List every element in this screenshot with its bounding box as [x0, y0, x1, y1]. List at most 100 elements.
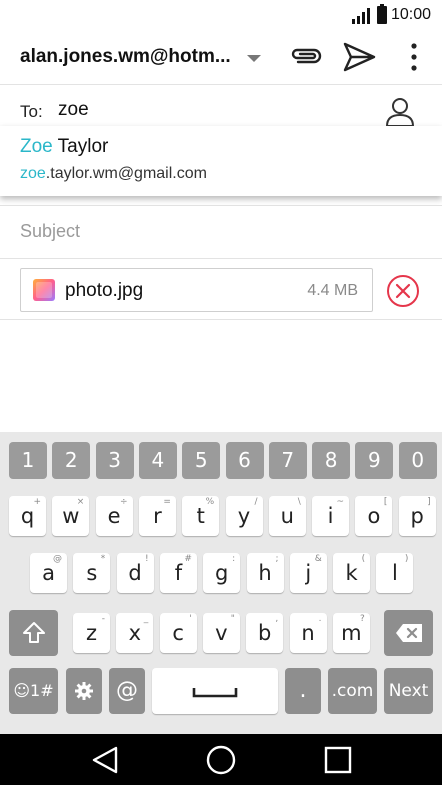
key-2[interactable]: 2 [52, 442, 91, 479]
status-time: 10:00 [391, 6, 432, 23]
key-u[interactable]: u \ [268, 496, 306, 536]
key-5[interactable]: 5 [182, 442, 221, 479]
key-a[interactable]: a @ [30, 553, 67, 593]
suggestion-name: Zoe Taylor [20, 136, 108, 158]
key-3[interactable]: 3 [95, 442, 134, 479]
home-circle-icon[interactable] [205, 744, 237, 776]
key-h[interactable]: h; [246, 553, 284, 593]
key-alt-symbol: ? [360, 614, 365, 624]
key-l[interactable]: l) [376, 553, 414, 593]
key-e[interactable]: e ÷ [95, 496, 133, 536]
symbols-key[interactable]: ☺1# [9, 668, 58, 714]
key-alt-symbol: × [76, 497, 85, 507]
next-key[interactable]: Next [384, 668, 433, 714]
key-alt-symbol: ( [361, 554, 366, 564]
remove-circle-icon[interactable] [386, 274, 420, 308]
key-alt-symbol: ) [404, 554, 409, 564]
navigation-bar [0, 734, 442, 785]
key-0[interactable]: 0 [398, 442, 437, 479]
key-alt-symbol: [ [383, 497, 388, 507]
recents-square-icon[interactable] [322, 744, 354, 776]
suggestion-email-match: zoe [20, 165, 46, 182]
to-input[interactable]: zoe [58, 99, 89, 121]
key-x[interactable]: x _ [116, 613, 154, 653]
gear-icon [75, 682, 93, 700]
key-alt-symbol: @ [53, 554, 62, 564]
key-alt-symbol: ÷ [120, 497, 128, 507]
key-9[interactable]: 9 [355, 442, 394, 479]
dotcom-key[interactable]: .com [328, 668, 377, 714]
status-bar: 10:00 [0, 0, 442, 32]
dropdown-arrow-icon[interactable] [244, 50, 264, 66]
at-key[interactable]: @ [109, 668, 145, 714]
key-g[interactable]: g: [203, 553, 241, 593]
key-w[interactable]: w × [52, 496, 90, 536]
paperclip-icon[interactable] [288, 42, 324, 72]
more-vert-icon[interactable] [404, 40, 424, 74]
key-y[interactable]: y / [225, 496, 263, 536]
key-alt-symbol: ; [275, 554, 279, 564]
key-q[interactable]: q + [9, 496, 46, 536]
signal-icon [352, 8, 370, 24]
key-alt-symbol: " [230, 614, 235, 624]
divider [0, 205, 442, 206]
key-z[interactable]: z- [73, 613, 110, 653]
key-6[interactable]: 6 [225, 442, 264, 479]
key-alt-symbol: _ [143, 614, 149, 624]
image-file-icon [33, 279, 55, 301]
key-p[interactable]: p] [398, 496, 436, 536]
key-b[interactable]: b, [246, 613, 284, 653]
key-d[interactable]: d! [116, 553, 154, 593]
settings-key[interactable] [66, 668, 102, 714]
key-alt-symbol: / [254, 497, 258, 507]
key-1[interactable]: 1 [9, 442, 47, 479]
key-alt-symbol: ! [144, 554, 149, 564]
key-r[interactable]: r = [138, 496, 176, 536]
attachment-chip[interactable]: photo.jpg 4.4 MB [20, 268, 373, 312]
space-key[interactable] [152, 668, 278, 714]
key-s[interactable]: s * [73, 553, 111, 593]
key-o[interactable]: o[ [355, 496, 393, 536]
key-alt-symbol: ' [189, 614, 192, 624]
key-n[interactable]: n. [289, 613, 327, 653]
key-alt-symbol: * [100, 554, 106, 564]
space-bar-icon [192, 688, 238, 698]
subject-input[interactable]: Subject [20, 221, 80, 242]
key-alt-symbol: - [101, 614, 105, 624]
key-f[interactable]: f # [159, 553, 197, 593]
to-field-row[interactable]: To: zoe [0, 86, 442, 130]
suggestion-name-match: Zoe [20, 136, 53, 157]
backspace-key[interactable] [384, 610, 433, 656]
person-icon[interactable] [384, 96, 416, 128]
key-4[interactable]: 4 [138, 442, 177, 479]
key-k[interactable]: k( [333, 553, 371, 593]
send-icon[interactable] [340, 40, 378, 74]
key-alt-symbol: + [33, 497, 41, 507]
key-alt-symbol: & [314, 554, 322, 564]
from-account[interactable]: alan.jones.wm@hotm... [20, 46, 232, 68]
soft-keyboard: 1234567890 q + w × e ÷ r = t% y / u \ i ~ o[p] a @ s * d! f #… [0, 432, 442, 734]
key-alt-symbol: : [232, 554, 236, 564]
key-alt-symbol: ~ [336, 497, 345, 507]
key-i[interactable]: i ~ [312, 496, 350, 536]
backspace-icon [395, 624, 422, 642]
shift-key[interactable] [9, 610, 58, 656]
key-7[interactable]: 7 [268, 442, 307, 479]
key-alt-symbol: , [275, 614, 279, 624]
to-label: To: [20, 102, 43, 121]
key-t[interactable]: t% [182, 496, 220, 536]
key-alt-symbol: % [205, 497, 215, 507]
key-m[interactable]: m? [332, 613, 370, 653]
contact-suggestion[interactable]: Zoe Taylor zoe.taylor.wm@gmail.com [0, 126, 442, 196]
divider [0, 84, 442, 85]
key-j[interactable]: j & [289, 553, 327, 593]
period-key[interactable]: . [285, 668, 321, 714]
back-triangle-icon[interactable] [89, 744, 121, 776]
key-alt-symbol: ] [427, 497, 431, 507]
key-v[interactable]: v " [202, 613, 240, 653]
key-c[interactable]: c ' [159, 613, 197, 653]
suggestion-email: zoe.taylor.wm@gmail.com [20, 165, 207, 183]
battery-icon [377, 4, 387, 24]
key-8[interactable]: 8 [312, 442, 351, 479]
key-alt-symbol: . [318, 614, 322, 624]
